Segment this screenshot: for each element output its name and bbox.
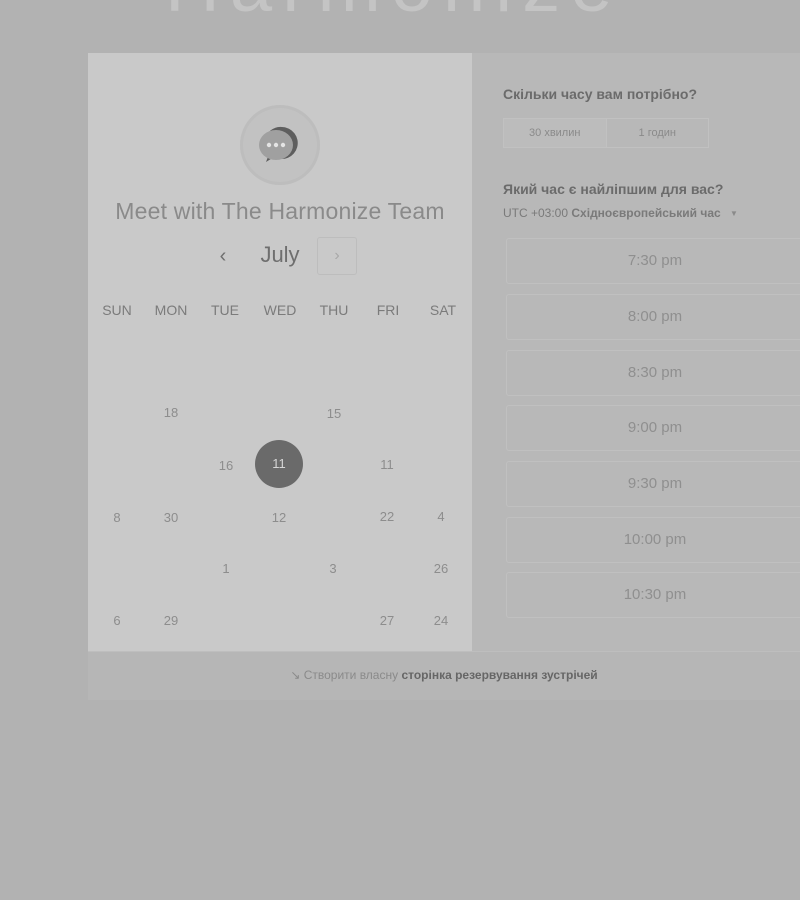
- meeting-title: Meet with The Harmonize Team: [115, 198, 445, 224]
- brand-logo-text: Harmonize: [165, 0, 622, 20]
- prev-month-button[interactable]: ‹: [210, 242, 236, 270]
- team-avatar: [240, 105, 320, 185]
- time-slot-label: 8:30 pm: [627, 364, 683, 381]
- time-slot[interactable]: 7:30 pm: [506, 238, 800, 284]
- booking-page: Harmonize Meet with The Harmonize Team ‹…: [0, 0, 800, 900]
- weekday-wed: WED: [263, 302, 297, 318]
- weekday-sun: SUN: [102, 302, 132, 318]
- weekday-mon: MON: [154, 302, 188, 318]
- time-slot[interactable]: 10:00 pm: [506, 517, 800, 563]
- time-slot-label: 9:30 pm: [627, 475, 683, 492]
- calendar-day[interactable]: 22: [367, 509, 407, 529]
- duration-toggle: 30 хвилин 1 годин: [503, 118, 709, 148]
- calendar-day[interactable]: 3: [313, 561, 353, 581]
- weekday-fri: FRI: [376, 302, 400, 318]
- calendar-day[interactable]: 29: [151, 613, 191, 633]
- time-slot-label: 8:00 pm: [627, 308, 683, 325]
- duration-question: Скільки часу вам потрібно?: [503, 86, 698, 102]
- calendar-day-selected[interactable]: 11: [255, 440, 303, 488]
- calendar-day[interactable]: 26: [421, 561, 461, 581]
- month-navigation: ‹ July ›: [88, 236, 472, 276]
- calendar-day[interactable]: 1: [206, 561, 246, 581]
- time-slot[interactable]: 10:30 pm: [506, 572, 800, 618]
- chat-bubble-icon: [259, 126, 298, 162]
- duration-30min-button[interactable]: 30 хвилин: [504, 119, 606, 147]
- time-slot[interactable]: 9:00 pm: [506, 405, 800, 451]
- next-month-button[interactable]: ›: [317, 237, 357, 275]
- time-slot[interactable]: 8:30 pm: [506, 350, 800, 396]
- time-slot-label: 9:00 pm: [627, 419, 683, 436]
- time-slot[interactable]: 8:00 pm: [506, 294, 800, 340]
- calendar-day[interactable]: 4: [421, 509, 461, 529]
- duration-1hour-button[interactable]: 1 годин: [607, 119, 709, 147]
- calendar-day[interactable]: 11: [367, 457, 407, 477]
- time-question: Який час є найліпшим для вас?: [503, 181, 724, 197]
- brand-logo: Harmonize: [0, 0, 800, 20]
- month-label: July: [260, 242, 300, 267]
- calendar-day[interactable]: 15: [314, 406, 354, 426]
- footer-link-text: сторінка резервування зустрічей: [401, 668, 598, 682]
- calendar-day[interactable]: 8: [97, 510, 137, 530]
- time-slot-label: 10:00 pm: [623, 531, 687, 548]
- timezone-selector[interactable]: UTC +03:00 Східноєвропейський час ▼: [503, 206, 738, 220]
- weekday-sat: SAT: [429, 302, 457, 318]
- calendar-day[interactable]: 6: [97, 613, 137, 633]
- calendar-day[interactable]: 30: [151, 510, 191, 530]
- calendar-day[interactable]: 27: [367, 613, 407, 633]
- calendar-day[interactable]: 12: [259, 510, 299, 530]
- calendar-day[interactable]: 16: [206, 458, 246, 478]
- footer-prefix: Створити власну: [303, 668, 399, 682]
- footer: ↘ Створити власну сторінка резервування …: [88, 651, 800, 700]
- calendar-day[interactable]: 24: [421, 613, 461, 633]
- weekday-tue: TUE: [211, 302, 239, 318]
- calendar-day[interactable]: 18: [151, 405, 191, 425]
- caret-down-icon: ▼: [730, 209, 738, 219]
- time-slot[interactable]: 9:30 pm: [506, 461, 800, 507]
- time-slot-label: 7:30 pm: [627, 252, 683, 269]
- timezone-name: Східноєвропейський час: [571, 206, 721, 220]
- create-booking-page-link[interactable]: ↘ Створити власну сторінка резервування …: [88, 668, 800, 682]
- timezone-offset: UTC +03:00: [503, 206, 569, 220]
- pointer-icon: ↘: [290, 668, 301, 682]
- time-slot-label: 10:30 pm: [623, 586, 687, 603]
- weekday-thu: THU: [319, 302, 349, 318]
